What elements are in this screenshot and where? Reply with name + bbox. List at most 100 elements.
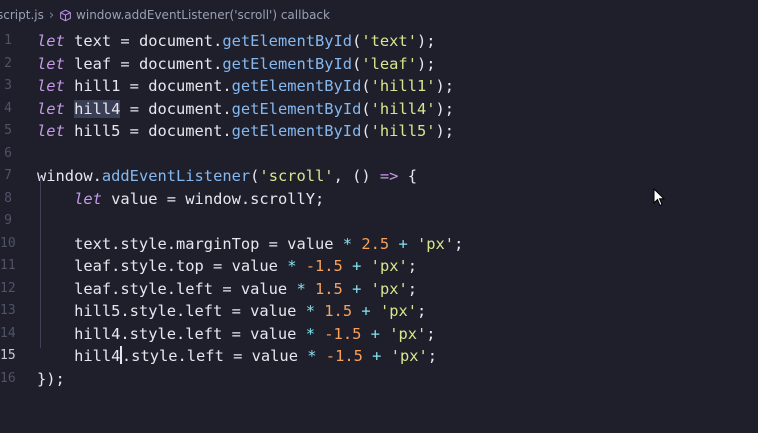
line-number: 2 bbox=[4, 55, 12, 71]
code-token: leaf.style.left = value bbox=[37, 279, 297, 298]
code-token: ; bbox=[426, 324, 436, 343]
code-text: let hill1 = document.getElementById('hil… bbox=[37, 75, 454, 98]
line-number: 5 bbox=[4, 123, 12, 138]
code-text: text.style.marginTop = value * 2.5 + 'px… bbox=[37, 233, 463, 256]
cube-icon bbox=[60, 9, 71, 21]
line-number: 3 bbox=[4, 78, 12, 93]
breadcrumb-separator: › bbox=[48, 7, 55, 23]
code-token: 1.5 bbox=[324, 302, 353, 320]
code-token: 'px' bbox=[390, 347, 428, 365]
code-token: let bbox=[37, 32, 65, 50]
code-text: leaf.style.top = value * -1.5 + 'px'; bbox=[37, 255, 417, 278]
code-token: ( bbox=[361, 99, 371, 118]
code-token: text = document. bbox=[64, 32, 223, 50]
code-text: let text = document.getElementById('text… bbox=[37, 30, 436, 53]
code-token: 'px' bbox=[370, 279, 408, 298]
code-token: ; bbox=[454, 234, 464, 253]
line-number: 15 bbox=[0, 348, 16, 363]
code-token: let bbox=[37, 77, 65, 95]
code-token: getElementById bbox=[231, 77, 362, 95]
code-token: getElementById bbox=[231, 99, 362, 118]
code-text: let leaf = document.getElementById('leaf… bbox=[37, 53, 436, 76]
code-token: getElementById bbox=[231, 122, 362, 140]
code-token: ); bbox=[416, 54, 436, 73]
breadcrumb: script.js › window.addEventListener('scr… bbox=[0, 0, 758, 30]
code-token: -1.5 bbox=[305, 257, 343, 275]
code-line[interactable]: 11 leaf.style.top = value * -1.5 + 'px'; bbox=[0, 255, 758, 278]
code-token: getElementById bbox=[222, 54, 353, 73]
code-line[interactable]: 4 let hill4 = document.getElementById('hi… bbox=[0, 98, 758, 121]
code-token: 2.5 bbox=[361, 234, 390, 253]
code-text: leaf.style.left = value * 1.5 + 'px'; bbox=[37, 278, 417, 301]
code-token: leaf = document. bbox=[64, 54, 223, 73]
code-token: 'scroll' bbox=[259, 167, 334, 185]
code-token: * bbox=[307, 347, 317, 365]
code-token: 'leaf' bbox=[361, 54, 417, 73]
code-text: let hill4 = document.getElementById('hil… bbox=[37, 98, 454, 121]
code-line[interactable]: 6 bbox=[0, 143, 758, 166]
indent-guide bbox=[40, 178, 41, 348]
code-line[interactable]: 10 text.style.marginTop = value * 2.5 + … bbox=[0, 233, 758, 256]
code-text: hill4.style.left = value * -1.5 + 'px'; bbox=[37, 323, 436, 346]
code-token: ( bbox=[361, 77, 371, 95]
code-line[interactable]: 16}); bbox=[0, 368, 758, 391]
code-line[interactable]: 9 bbox=[0, 210, 758, 233]
code-line[interactable]: 1 let text = document.getElementById('tex… bbox=[0, 30, 758, 53]
code-token: + bbox=[352, 257, 362, 275]
code-token: { bbox=[398, 167, 417, 185]
code-token: + bbox=[352, 279, 362, 298]
code-token: hill5.style.left = value bbox=[37, 302, 306, 320]
code-text: let value = window.scrollY; bbox=[37, 188, 324, 211]
code-text: hill4.style.left = value * -1.5 + 'px'; bbox=[37, 345, 437, 368]
code-token: 'text' bbox=[361, 32, 417, 50]
code-token: value = window.scrollY; bbox=[101, 189, 325, 208]
code-line[interactable]: 5 let hill5 = document.getElementById('hi… bbox=[0, 120, 758, 143]
code-token: ; bbox=[427, 347, 438, 365]
code-token: ); bbox=[416, 32, 436, 50]
code-token: -1.5 bbox=[324, 324, 362, 343]
code-token: ); bbox=[435, 99, 455, 118]
line-number: 11 bbox=[0, 258, 16, 273]
code-token: = document. bbox=[120, 99, 232, 118]
line-number: 12 bbox=[0, 280, 16, 296]
code-token: let bbox=[37, 122, 65, 140]
code-editor[interactable]: 1 let text = document.getElementById('tex… bbox=[0, 30, 758, 433]
code-token: addEventListener bbox=[101, 167, 251, 185]
breadcrumb-symbol[interactable]: window.addEventListener('scroll') callba… bbox=[76, 8, 330, 22]
code-token: 'px' bbox=[379, 302, 418, 320]
code-line[interactable]: 8 let value = window.scrollY; bbox=[0, 188, 758, 211]
code-line[interactable]: 13 hill5.style.left = value * 1.5 + 'px'… bbox=[0, 300, 758, 323]
code-line[interactable]: 7 window.addEventListener('scroll', () =>… bbox=[0, 165, 758, 188]
code-token: leaf.style.top = value bbox=[37, 257, 288, 275]
code-text: hill5.style.left = value * 1.5 + 'px'; bbox=[37, 300, 426, 323]
breadcrumb-file[interactable]: script.js bbox=[0, 8, 44, 22]
code-token: 'hill4' bbox=[370, 99, 436, 118]
code-line[interactable]: 15 hill4.style.left = value * -1.5 + 'px… bbox=[0, 345, 758, 368]
code-token: hill5 = document. bbox=[64, 122, 232, 140]
code-token: hill1 = document. bbox=[64, 77, 232, 95]
code-line[interactable]: 14 hill4.style.left = value * -1.5 + 'px… bbox=[0, 323, 758, 346]
code-line[interactable]: 2 let leaf = document.getElementById('lea… bbox=[0, 53, 758, 76]
code-token: + bbox=[361, 302, 371, 320]
mouse-pointer-icon bbox=[653, 188, 665, 207]
code-line[interactable]: 3 let hill1 = document.getElementById('hi… bbox=[0, 75, 758, 98]
code-text: let hill5 = document.getElementById('hil… bbox=[37, 120, 454, 143]
code-token: ( bbox=[352, 54, 362, 73]
code-token: let bbox=[74, 189, 102, 208]
code-text: }); bbox=[37, 368, 65, 391]
line-number: 10 bbox=[0, 235, 16, 251]
code-token: hill4 bbox=[37, 347, 121, 365]
code-line[interactable]: 12 leaf.style.left = value * 1.5 + 'px'; bbox=[0, 278, 758, 301]
